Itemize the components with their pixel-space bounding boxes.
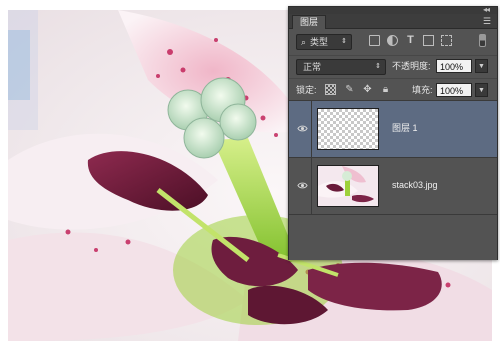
eye-icon[interactable] xyxy=(297,123,308,134)
chevron-down-icon: ⇕ xyxy=(375,63,381,70)
chevron-down-icon: ⇕ xyxy=(341,38,347,45)
search-icon: ⌕ xyxy=(301,37,307,47)
fill-label: 填充: xyxy=(412,85,433,95)
filter-type-select[interactable]: ⌕ 类型 ⇕ xyxy=(296,34,352,50)
shape-layer-filter-icon[interactable] xyxy=(423,35,434,46)
layer-row[interactable]: stack03.jpg xyxy=(289,157,497,214)
panel-header-strip: ◂◂ xyxy=(289,5,497,14)
adjustment-layer-filter-icon[interactable] xyxy=(387,35,398,46)
lily-thumbnail-image xyxy=(318,166,378,206)
lock-label: 锁定: xyxy=(296,85,317,95)
layer-thumbnail[interactable] xyxy=(317,108,379,150)
lock-transparent-pixels-icon[interactable] xyxy=(325,84,336,95)
layer-filter-row: ⌕ 类型 ⇕ T xyxy=(289,31,497,51)
collapse-panel-icon[interactable]: ◂◂ xyxy=(483,5,490,14)
blend-mode-select[interactable]: 正常 ⇕ xyxy=(296,59,386,75)
tab-layers[interactable]: 图层 xyxy=(292,15,327,29)
panel-tab-bar: 图层 ☰ xyxy=(289,14,497,29)
smart-object-filter-icon[interactable] xyxy=(441,35,452,46)
type-layer-filter-icon[interactable]: T xyxy=(405,35,416,46)
lock-image-pixels-icon[interactable]: ✎ xyxy=(344,84,355,95)
layer-thumbnail[interactable] xyxy=(317,165,379,207)
opacity-label: 不透明度: xyxy=(392,61,431,71)
fill-slider-button[interactable]: ▼ xyxy=(475,83,488,97)
layers-panel: ◂◂ 图层 ☰ ⌕ 类型 ⇕ T 正常 ⇕ 不透明度: 100% ▼ 锁定: ✎… xyxy=(288,5,498,260)
pixel-layer-filter-icon[interactable] xyxy=(369,35,380,46)
layer-divider xyxy=(311,158,312,214)
layer-divider xyxy=(311,101,312,157)
filter-toggle-switch[interactable] xyxy=(479,34,486,47)
eye-icon[interactable] xyxy=(297,180,308,191)
filter-type-label: 类型 xyxy=(310,37,329,47)
panel-menu-icon[interactable]: ☰ xyxy=(483,16,491,26)
opacity-slider-button[interactable]: ▼ xyxy=(475,59,488,73)
lock-fill-row: 锁定: ✎ ✥ 🔒︎ 填充: 100% ▼ xyxy=(289,78,497,101)
lock-all-icon[interactable]: 🔒︎ xyxy=(380,84,391,95)
lock-position-icon[interactable]: ✥ xyxy=(362,84,373,95)
blend-mode-value: 正常 xyxy=(303,62,322,72)
blend-opacity-row: 正常 ⇕ 不透明度: 100% ▼ xyxy=(289,55,497,75)
fill-field[interactable]: 100% xyxy=(436,83,472,97)
opacity-field[interactable]: 100% xyxy=(436,59,472,73)
layer-name[interactable]: stack03.jpg xyxy=(392,179,438,191)
layer-name[interactable]: 图层 1 xyxy=(392,122,418,134)
layer-row[interactable]: 图层 1 xyxy=(289,100,497,157)
panel-empty-area xyxy=(289,214,497,260)
